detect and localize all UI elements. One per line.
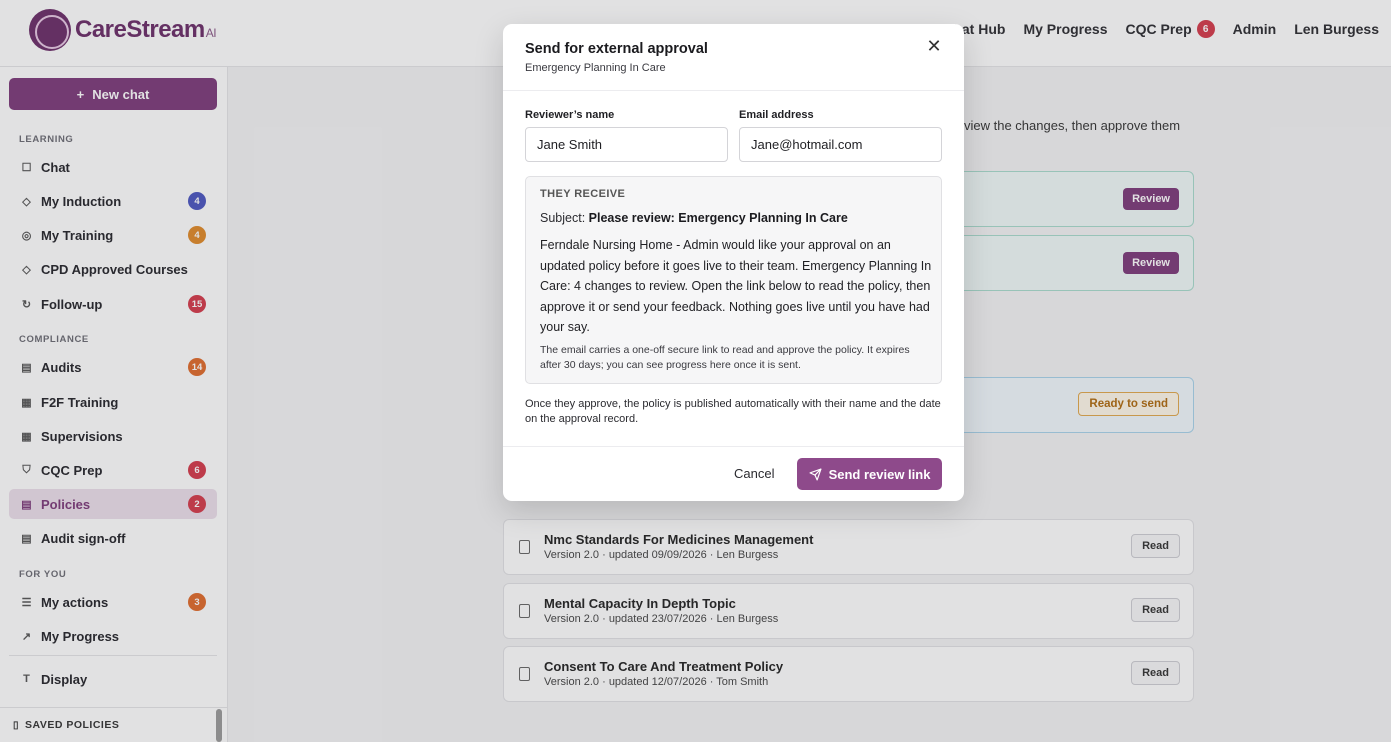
dialog-subtitle: Emergency Planning In Care	[525, 62, 666, 74]
email-subject: Subject: Please review: Emergency Planni…	[540, 211, 848, 225]
close-icon[interactable]: ✕	[926, 37, 942, 55]
link-note: The email carries a one-off secure link …	[540, 344, 910, 371]
send-review-link-button[interactable]: Send review link	[797, 458, 942, 490]
subject-value: Please review: Emergency Planning In Car…	[588, 211, 848, 225]
they-receive-heading: THEY RECEIVE	[540, 188, 626, 200]
subject-prefix: Subject:	[540, 211, 586, 225]
send-button-label: Send review link	[828, 466, 931, 482]
cancel-button[interactable]: Cancel	[734, 466, 774, 481]
external-approval-dialog: Send for external approval Emergency Pla…	[503, 24, 964, 501]
reviewer-name-input[interactable]	[525, 127, 728, 162]
email-body: Ferndale Nursing Home - Admin would like…	[540, 238, 932, 334]
email-label: Email address	[739, 109, 814, 121]
approval-note: Once they approve, the policy is publish…	[525, 398, 941, 425]
reviewer-name-label: Reviewer’s name	[525, 109, 615, 121]
email-preview: THEY RECEIVE Subject: Please review: Eme…	[525, 176, 942, 384]
dialog-footer-divider	[503, 446, 964, 447]
dialog-title: Send for external approval	[525, 41, 708, 57]
send-icon	[809, 467, 822, 481]
dialog-header-divider	[503, 90, 964, 91]
email-input[interactable]	[739, 127, 942, 162]
